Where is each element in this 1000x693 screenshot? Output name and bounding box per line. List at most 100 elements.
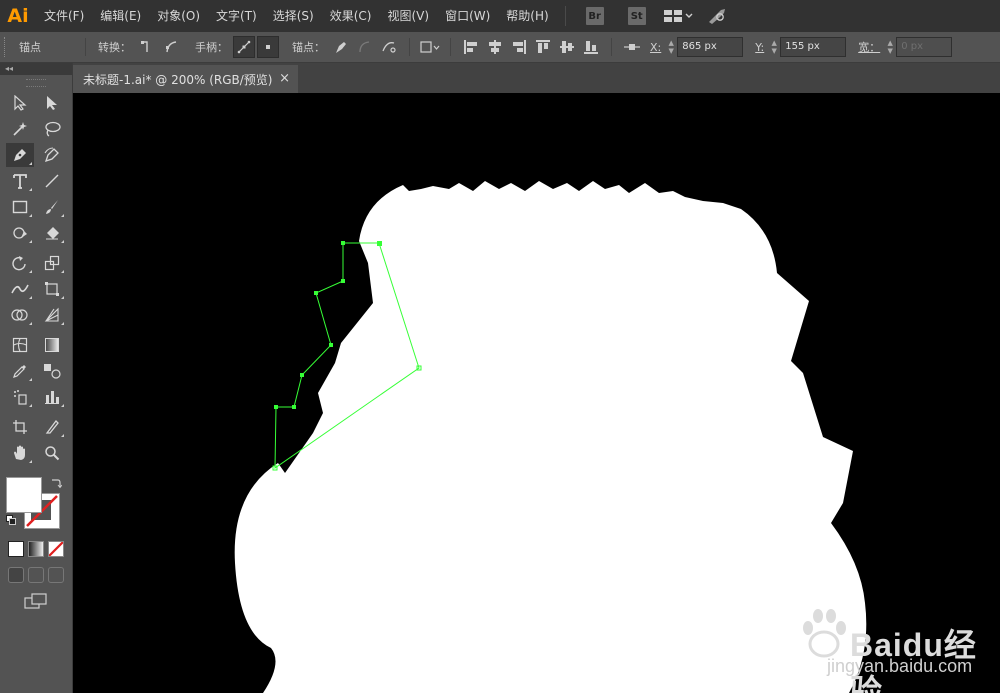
perspective-grid-icon	[44, 307, 59, 322]
shaper-tool[interactable]	[6, 221, 34, 245]
align-hcenter-button[interactable]	[484, 36, 506, 58]
align-bottom-button[interactable]	[580, 36, 602, 58]
bridge-button[interactable]: Br	[585, 7, 604, 25]
tools-panel-grip[interactable]	[26, 79, 46, 87]
direct-selection-tool[interactable]	[38, 91, 66, 115]
zoom-tool[interactable]	[38, 441, 66, 465]
anchor-point[interactable]	[341, 241, 345, 245]
tools-collapse-button[interactable]: ◂◂	[0, 63, 72, 75]
align-top-button[interactable]	[532, 36, 554, 58]
remove-anchor-button[interactable]	[330, 36, 352, 58]
gpu-performance-button[interactable]	[706, 0, 728, 32]
shape-builder-tool[interactable]	[6, 303, 34, 327]
stock-button[interactable]: St	[627, 7, 646, 25]
gradient-mode-button[interactable]	[28, 541, 44, 557]
hand-tool[interactable]	[6, 441, 34, 465]
y-input[interactable]: 155 px	[780, 37, 847, 57]
document-tab[interactable]: 未标题-1.ai* @ 200% (RGB/预览) ×	[73, 65, 298, 93]
anchor-point[interactable]	[329, 343, 333, 347]
anchor-point[interactable]	[341, 279, 345, 283]
line-tool[interactable]	[38, 169, 66, 193]
slice-knife-icon	[45, 420, 59, 434]
cut-path-button[interactable]	[378, 36, 400, 58]
curvature-tool[interactable]	[38, 143, 66, 167]
rectangle-tool[interactable]	[6, 195, 34, 219]
x-stepper[interactable]: ▲ ▼	[665, 37, 677, 57]
convert-smooth-button[interactable]	[160, 36, 182, 58]
free-transform-tool[interactable]	[38, 277, 66, 301]
isolate-button[interactable]	[419, 36, 441, 58]
align-vcenter-button[interactable]	[556, 36, 578, 58]
draw-inside-button[interactable]	[48, 567, 64, 583]
magic-wand-tool[interactable]	[6, 117, 34, 141]
anchor-point[interactable]	[377, 241, 382, 246]
align-right-button[interactable]	[508, 36, 530, 58]
type-tool[interactable]	[6, 169, 34, 193]
connect-endpoints-button[interactable]	[354, 36, 376, 58]
menu-help[interactable]: 帮助(H)	[498, 0, 556, 32]
menu-type[interactable]: 文字(T)	[208, 0, 265, 32]
eraser-icon	[46, 227, 59, 240]
show-handles-button[interactable]	[233, 36, 255, 58]
anchor-point[interactable]	[274, 405, 278, 409]
width-input[interactable]: 0 px	[896, 37, 953, 57]
paintbrush-tool[interactable]	[38, 195, 66, 219]
workspace-switcher[interactable]	[663, 0, 694, 32]
symbol-sprayer-tool[interactable]	[6, 385, 34, 409]
artboard-canvas[interactable]: Baidu经验 jingyan.baidu.com	[73, 93, 1000, 693]
close-tab-icon[interactable]: ×	[279, 65, 290, 93]
anchor-point[interactable]	[292, 405, 296, 409]
fill-swatch[interactable]	[6, 477, 42, 513]
hide-handles-button[interactable]	[257, 36, 279, 58]
draw-behind-button[interactable]	[28, 567, 44, 583]
x-input[interactable]: 865 px	[677, 37, 744, 57]
app-logo: Ai	[7, 5, 29, 27]
layout-grid-icon	[663, 10, 693, 22]
y-stepper[interactable]: ▲ ▼	[768, 37, 780, 57]
menu-edit[interactable]: 编辑(E)	[92, 0, 149, 32]
menu-window[interactable]: 窗口(W)	[437, 0, 498, 32]
align-left-button[interactable]	[460, 36, 482, 58]
draw-normal-button[interactable]	[8, 567, 24, 583]
menu-file[interactable]: 文件(F)	[36, 0, 92, 32]
gradient-tool[interactable]	[38, 333, 66, 357]
smooth-point-icon	[166, 41, 177, 53]
mesh-tool[interactable]	[6, 333, 34, 357]
convert-corner-button[interactable]	[136, 36, 158, 58]
slice-tool[interactable]	[38, 415, 66, 439]
control-bar-grip[interactable]	[4, 37, 9, 57]
anchor-point[interactable]	[314, 291, 318, 295]
document-tab-bar: 未标题-1.ai* @ 200% (RGB/预览) ×	[73, 63, 1000, 93]
width-stepper[interactable]: ▲ ▼	[884, 37, 896, 57]
menu-select[interactable]: 选择(S)	[265, 0, 322, 32]
divider	[85, 38, 86, 56]
menu-view[interactable]: 视图(V)	[379, 0, 437, 32]
perspective-grid-tool[interactable]	[38, 303, 66, 327]
default-colors-icon[interactable]	[6, 515, 16, 525]
screen-mode-icon[interactable]	[24, 593, 48, 609]
lasso-tool[interactable]	[38, 117, 66, 141]
scale-icon	[44, 255, 60, 271]
anchors-label: 锚点：	[292, 41, 325, 54]
swap-fill-stroke-icon[interactable]	[50, 477, 62, 489]
eraser-tool[interactable]	[38, 221, 66, 245]
menu-object[interactable]: 对象(O)	[149, 0, 208, 32]
blend-tool[interactable]	[38, 359, 66, 383]
artboard-tool[interactable]	[6, 415, 34, 439]
eyedropper-tool[interactable]	[6, 359, 34, 383]
none-mode-button[interactable]	[48, 541, 64, 557]
menu-effect[interactable]: 效果(C)	[322, 0, 380, 32]
pen-minus-icon	[336, 42, 346, 53]
column-graph-tool[interactable]	[38, 385, 66, 409]
color-mode-button[interactable]	[8, 541, 24, 557]
scale-tool[interactable]	[38, 251, 66, 275]
reference-point-button[interactable]	[621, 36, 643, 58]
pen-tool[interactable]	[6, 143, 34, 167]
rocket-icon	[708, 9, 725, 24]
selection-tool[interactable]	[6, 91, 34, 115]
anchor-point[interactable]	[300, 373, 304, 377]
width-tool[interactable]	[6, 277, 34, 301]
rotate-tool[interactable]	[6, 251, 34, 275]
direct-selection-arrow-icon	[47, 96, 57, 110]
align-bottom-icon	[584, 41, 598, 54]
